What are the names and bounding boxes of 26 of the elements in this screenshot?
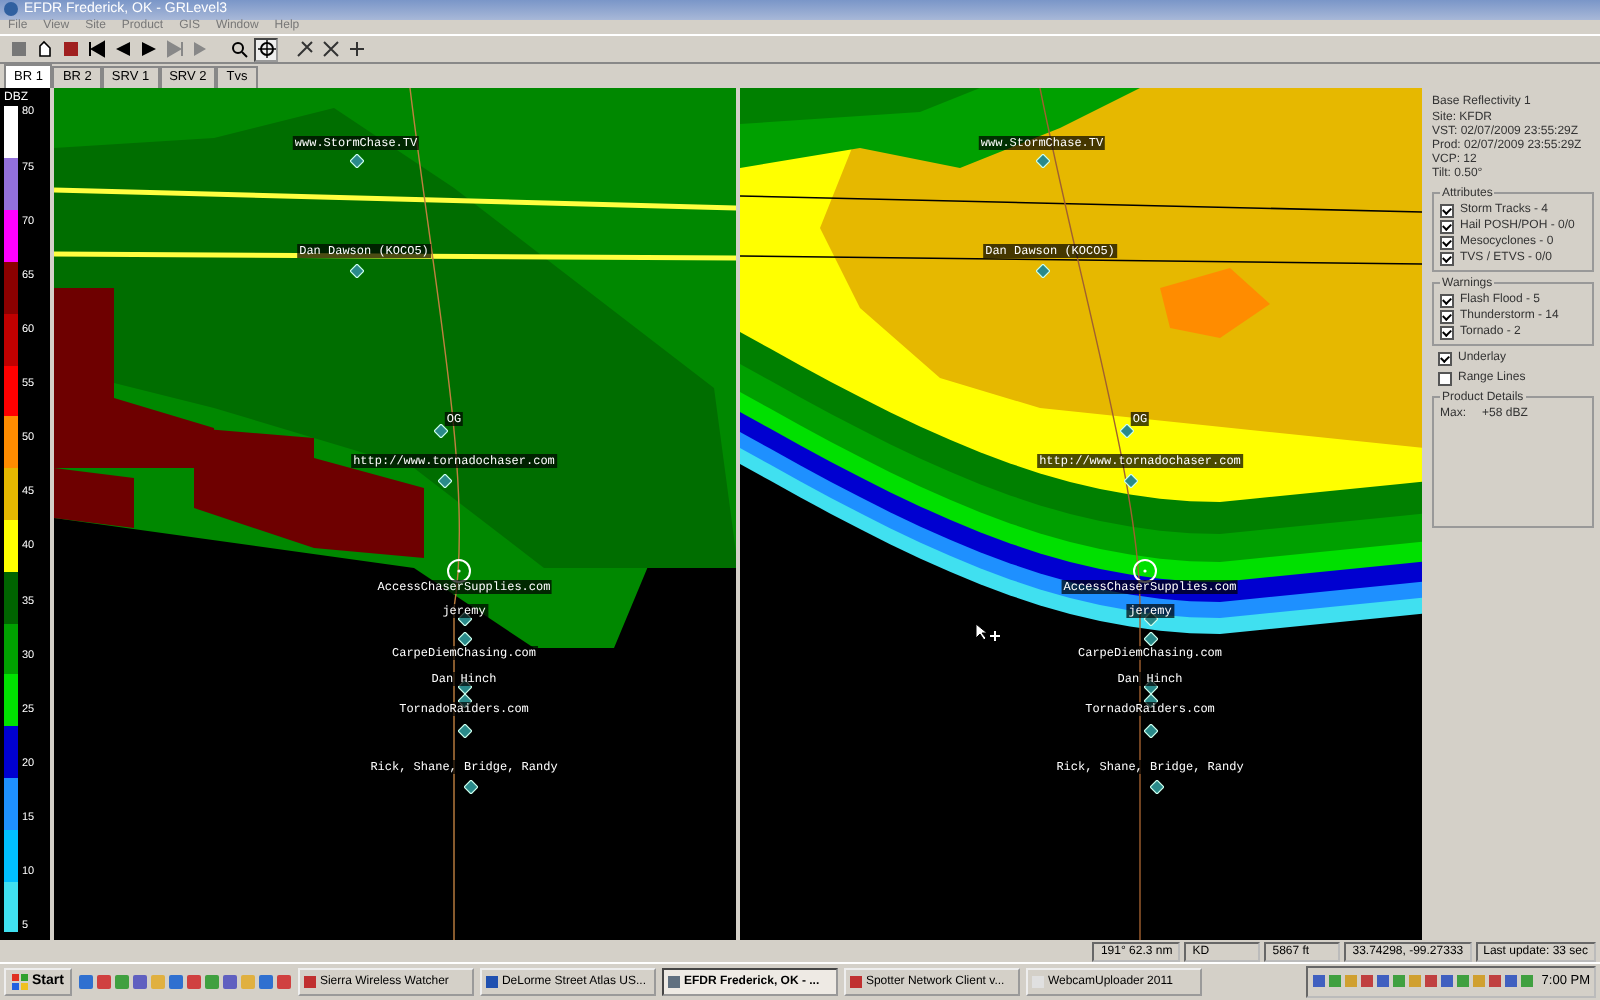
spotter-icon[interactable] — [1150, 780, 1164, 795]
checkbox[interactable] — [1440, 326, 1454, 341]
flag-icon — [12, 973, 28, 990]
skip-start-icon[interactable] — [86, 38, 108, 61]
checkbox[interactable] — [1440, 310, 1454, 325]
checkbox[interactable] — [1440, 236, 1454, 251]
checkbox[interactable] — [1440, 252, 1454, 267]
cursor-icon — [976, 624, 1000, 645]
app-icon — [4, 2, 18, 17]
step-back-icon[interactable] — [112, 38, 134, 61]
zoom-icon[interactable] — [228, 38, 250, 61]
checkbox[interactable] — [1440, 294, 1454, 309]
play-icon[interactable] — [138, 38, 160, 61]
checkbox[interactable] — [1438, 372, 1452, 387]
circle-marker — [1132, 558, 1158, 585]
spotter-icon[interactable] — [464, 780, 478, 795]
checkbox[interactable] — [1438, 352, 1452, 367]
circle-marker — [446, 558, 472, 585]
checkbox[interactable] — [1440, 204, 1454, 219]
crosshair-icon[interactable] — [254, 37, 278, 62]
tool-icon[interactable] — [346, 38, 368, 61]
checkbox[interactable] — [1440, 220, 1454, 235]
spotter-icon[interactable] — [434, 424, 448, 439]
tool-icon[interactable] — [320, 38, 342, 61]
spotter-icon[interactable] — [1120, 424, 1134, 439]
tool-icon[interactable] — [294, 38, 316, 61]
